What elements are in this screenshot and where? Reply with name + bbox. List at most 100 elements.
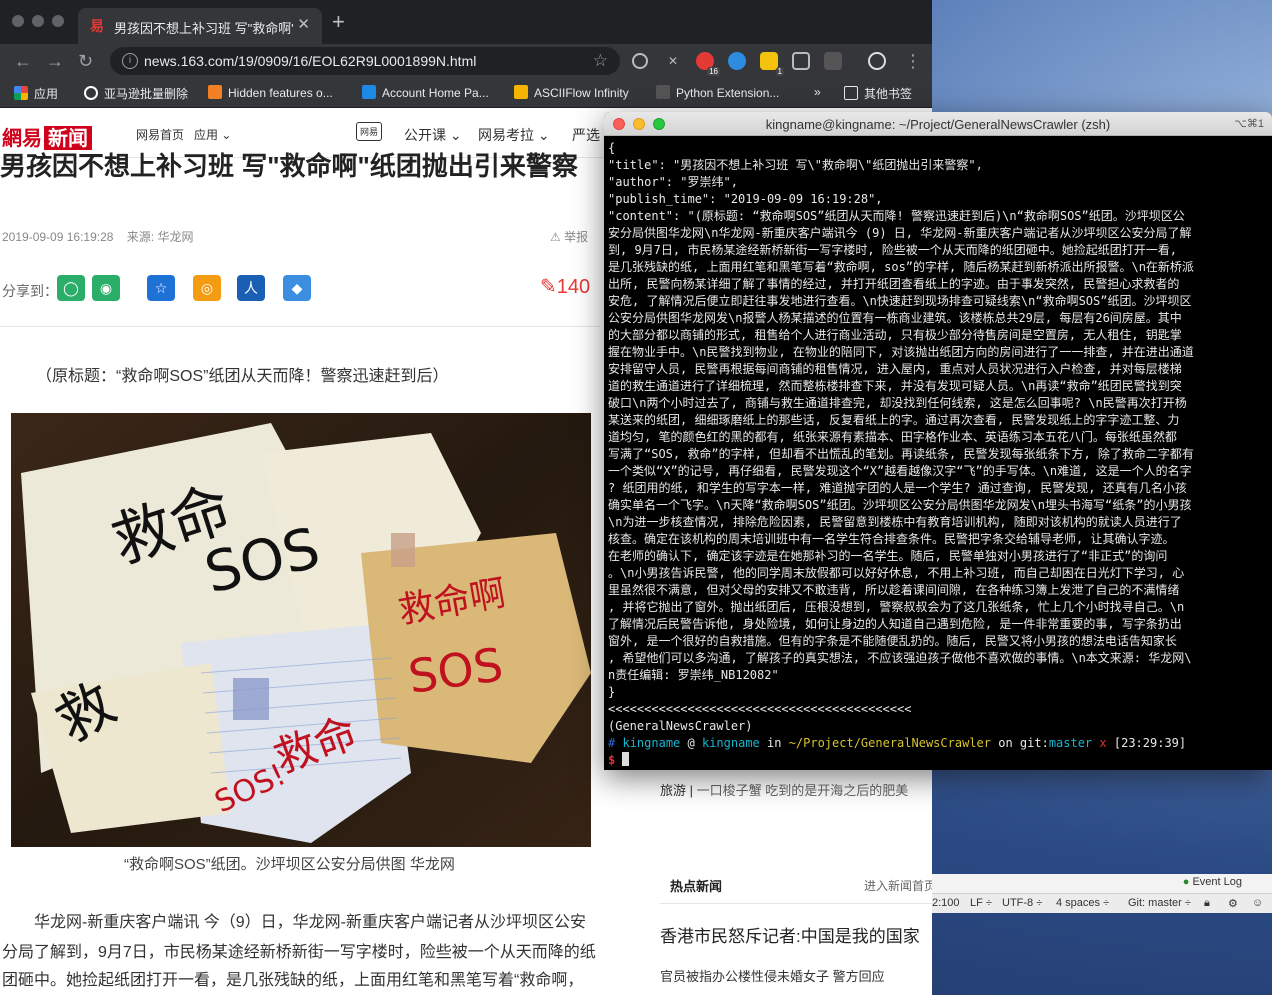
extension-v-icon[interactable] [728,52,746,70]
hot-news-item[interactable]: 官员被指办公楼性侵未婚女子 警方回应 [660,966,885,985]
divider [0,326,600,327]
profile-avatar-icon[interactable] [868,52,886,70]
terminal-shortcut: ⌥⌘1 [1234,118,1264,130]
reload-icon[interactable]: ↻ [78,50,93,72]
terminal-output-line: 出所, 民警向杨某详细了解了事情的经过, 并打开纸团查看纸上的字迹。由于事发突然… [608,277,1180,291]
report-link[interactable]: ⚠ 举报 [550,228,588,245]
crumpled-notes-image: 救命 SOS 救 救命啊 SOS 救命 SOS! [11,413,591,847]
share-renren-icon[interactable]: 人 [237,275,265,301]
extension-adblock-icon[interactable]: 16 [696,52,720,76]
prompt-in: in [767,736,782,750]
terminal-output-line: 到, 9月7日, 市民杨某途经新桥新街一写字楼时, 险些被一个从天而降的纸团砸中… [608,243,1178,257]
bookmark-asciiflow[interactable]: ASCIIFlow Infinity [514,85,629,100]
bookmark-star-icon[interactable]: ☆ [593,51,608,71]
bookmark-label: Hidden features o... [228,86,333,100]
notification-icon[interactable]: ☺ [1252,897,1263,909]
address-bar[interactable]: i news.163.com/19/0909/16/EOL62R9L000189… [110,47,620,75]
bookmark-hidden-features[interactable]: Hidden features o... [208,85,333,100]
terminal-output-line: "author": "罗崇纬", [608,175,738,189]
terminal-output-line: 确实单名一个飞字。\n天降“救命啊SOS”纸团。沙坪坝区公安分局供图华龙网发\n… [608,498,1192,512]
other-bookmarks[interactable]: 其他书签 [844,85,912,102]
nav-open-course-link[interactable]: 公开课 ⌄ [404,125,462,145]
tab-close-icon[interactable]: ✕ [297,16,310,34]
bookmarks-overflow-button[interactable]: » [814,85,821,99]
prompt-at: @ [687,736,695,750]
file-encoding[interactable]: UTF-8 ÷ [1002,897,1042,909]
globe-icon [84,86,98,100]
article-photo: 救命 SOS 救 救命啊 SOS 救命 SOS! [11,413,591,847]
cursor-position[interactable]: 2:100 [932,897,960,909]
nav-yanxuan-link[interactable]: 严选 [572,125,600,145]
travel-news-item[interactable]: 旅游 | 一口梭子蟹 吃到的是开海之后的肥美 [660,780,908,799]
original-title: （原标题：“救命啊SOS”纸团从天而降！警察迅速赶到后） [36,368,449,385]
url-text[interactable]: news.163.com/19/0909/16/EOL62R9L0001899N… [144,53,476,69]
terminal-output-line: ? 纸团用的纸, 和学生的写字本一样, 难道抛字团的人是一个学生? 通过查询, … [608,481,1187,495]
window-zoom-button[interactable] [52,15,64,27]
logo-box: 新闻 [44,126,92,150]
photo-caption: “救命啊SOS”纸团。沙坪坝区公安分局供图 华龙网 [124,856,455,873]
share-yixin-icon[interactable]: ◯ [57,275,85,301]
nav-apps-link[interactable]: 应用 ⌄ [194,126,231,143]
new-tab-button[interactable]: + [332,11,345,33]
line-ending[interactable]: LF ÷ [970,897,992,909]
terminal-lines: { "title": "男孩因不想上补习班 写\"救命啊\"纸团抛出引来警察",… [608,140,1270,735]
bookmark-amazon[interactable]: 亚马逊批量删除 [84,85,188,102]
extension-x-icon[interactable]: ✕ [664,52,682,70]
terminal-input-line[interactable]: $ [608,752,1270,769]
bookmark-label: Python Extension... [676,86,780,100]
article-paragraph-line: 华龙网-新重庆客户端讯 今（9）日，华龙网-新重庆客户端记者从沙坪坝区公安 [2,914,587,931]
back-icon[interactable]: ← [14,50,32,72]
git-branch[interactable]: Git: master ÷ [1128,897,1191,909]
extension-glasses-icon[interactable] [792,52,810,70]
terminal-output-line: 一个类似“X”的记号, 再仔细看, 民警发现这个“X”越看越像汉字“飞”的手写体… [608,464,1192,478]
netease-news-logo[interactable]: 網易 新闻 [2,122,92,151]
lock-icon[interactable]: 🔒︎ [1204,897,1210,910]
terminal-output[interactable]: { "title": "男孩因不想上补习班 写\"救命啊\"纸团抛出引来警察",… [608,140,1270,769]
terminal-output-line: 安分局供图华龙网\n华龙网-新重庆客户端讯今 (9) 日, 华龙网-新重庆客户端… [608,226,1192,240]
terminal-output-line: 在老师的确认下, 确定该字迹是在她那补习的一名学生。随后, 民警单独对小男孩进行… [608,549,1168,563]
terminal-output-line: { [608,141,616,155]
article-source[interactable]: 来源: 华龙网 [127,230,194,244]
info-icon[interactable]: i [122,53,138,69]
forward-icon[interactable]: → [46,50,64,72]
window-close-button[interactable] [12,15,24,27]
inspector-icon[interactable]: ⚙ [1228,897,1238,910]
terminal-titlebar[interactable]: kingname@kingname: ~/Project/GeneralNews… [604,112,1272,136]
event-log-button[interactable]: ● Event Log [1183,876,1242,888]
bookmark-label: 应用 [34,87,59,101]
window-minimize-button[interactable] [32,15,44,27]
account-icon [362,85,376,99]
share-qzone-icon[interactable]: ☆ [147,275,175,301]
terminal-output-line: 了解情况后民警告诉他, 身处险境, 如何让身边的人知道自己遇到危险, 是一件非常… [608,617,1182,631]
editor-status-bar: 2:100 LF ÷ UTF-8 ÷ 4 spaces ÷ Git: maste… [932,893,1272,913]
hot-news-item[interactable]: 香港市民怒斥记者:中国是我的国家 [660,922,920,947]
nav-home-link[interactable]: 网易首页 [136,126,184,143]
nav-kaola-link[interactable]: 网易考拉 ⌄ [478,125,550,145]
bookmark-apps[interactable]: 应用 [14,85,58,102]
nav-open-course-label: 公开课 [404,127,446,143]
terminal-output-line: "publish_time": "2019-09-09 16:19:28", [608,192,883,206]
extension-circle-icon[interactable] [632,53,648,69]
warning-icon: ⚠ [550,230,565,244]
publish-time: 2019-09-09 16:19:28 [2,230,114,244]
share-weibo-icon[interactable]: ◎ [193,275,221,301]
prompt-dollar: $ [608,753,616,767]
comment-count[interactable]: ✎140 [540,274,590,299]
share-youdao-icon[interactable]: ◆ [283,275,311,301]
terminal-cursor [622,752,630,766]
extension-notes-icon[interactable]: 1 [760,52,784,76]
bookmarks-bar: 应用 亚马逊批量删除 Hidden features o... Account … [0,78,932,108]
extension-grid-icon[interactable] [824,52,842,70]
bookmark-account-home[interactable]: Account Home Pa... [362,85,489,100]
share-wechat-icon[interactable]: ◉ [92,275,120,301]
indent-setting[interactable]: 4 spaces ÷ [1056,897,1109,909]
browser-tab[interactable]: 易 男孩因不想上补习班 写"救命啊"... ✕ [78,8,322,44]
bookmark-python-extension[interactable]: Python Extension... [656,85,779,100]
asciiflow-icon [514,85,528,99]
prompt-branch: master [1048,736,1093,750]
terminal-output-line: 握在物业手中。\n民警找到物业, 在物业的陪同下, 对该抛出纸团方向的房间进行了… [608,345,1194,359]
hot-news-more-link[interactable]: 进入新闻首页 [864,877,932,894]
netease-small-logo[interactable]: 网易 [356,122,383,141]
terminal-window[interactable]: kingname@kingname: ~/Project/GeneralNews… [604,112,1272,770]
more-menu-icon[interactable]: ⋮ [904,50,922,72]
